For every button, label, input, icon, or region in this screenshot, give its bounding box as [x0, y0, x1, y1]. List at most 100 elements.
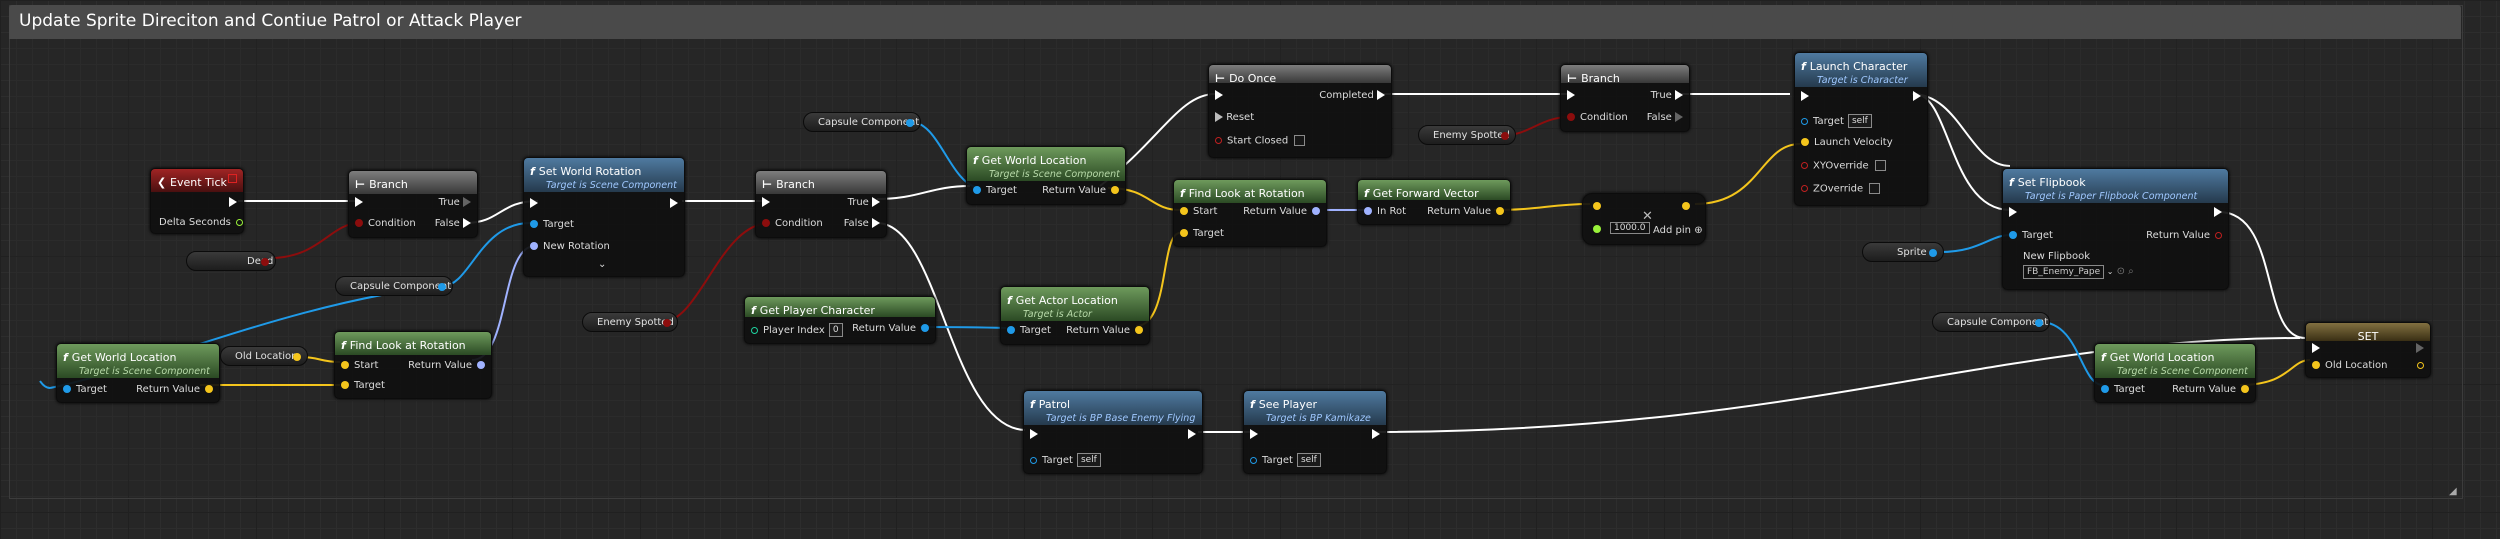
- get-world-location-target-pin[interactable]: Target: [63, 384, 107, 396]
- see-player-node[interactable]: f See Player Target is BP Kamikaze Target s…: [1243, 390, 1387, 474]
- see-player-exec-out[interactable]: [1372, 429, 1380, 441]
- set-world-rotation-target-pin[interactable]: Target: [530, 219, 574, 231]
- bool-pin-icon[interactable]: [1501, 132, 1509, 140]
- get-world-location-header[interactable]: f Get World Location Target is Scene Compo…: [57, 344, 219, 378]
- find-look-start-pin[interactable]: Start: [341, 360, 378, 372]
- object-pin-icon[interactable]: [438, 283, 446, 291]
- set-old-location-out-pin[interactable]: [2412, 360, 2424, 372]
- see-player-target-pin[interactable]: Target self: [1250, 453, 1321, 467]
- start-closed-checkbox[interactable]: [1294, 135, 1306, 146]
- capsule-component-variable-2[interactable]: Capsule Component: [803, 112, 921, 132]
- find-look-at-rotation-header[interactable]: f Find Look at Rotation: [1174, 180, 1326, 203]
- launch-velocity-pin[interactable]: Launch Velocity: [1801, 137, 1893, 149]
- flipbook-asset-dropdown[interactable]: FB_Enemy_Pape: [2023, 265, 2105, 279]
- find-look-at-rotation-node-1[interactable]: f Find Look at Rotation Start Return Valu…: [334, 331, 492, 399]
- set-node-header[interactable]: SET: [2306, 323, 2430, 343]
- object-pin-icon[interactable]: [1929, 249, 1937, 257]
- do-once-node[interactable]: ⊢ Do Once Completed Reset Start Closed: [1208, 64, 1392, 158]
- enemy-spotted-variable-2[interactable]: Enemy Spotted: [1418, 125, 1516, 145]
- bool-pin-icon[interactable]: [663, 319, 671, 327]
- find-look-at-rotation-node-2[interactable]: f Find Look at Rotation Start Return Valu…: [1173, 179, 1327, 247]
- set-old-location-node[interactable]: SET Old Location: [2305, 322, 2431, 378]
- event-tick-exec-out[interactable]: [229, 197, 237, 209]
- get-world-location-return-pin[interactable]: Return Value: [2172, 384, 2249, 396]
- launch-character-node[interactable]: f Launch Character Target is Character Tar…: [1794, 52, 1928, 206]
- player-index-pin[interactable]: Player Index 0: [751, 323, 843, 337]
- find-look-target-pin[interactable]: Target: [1180, 228, 1224, 240]
- branch-node-1[interactable]: ⊢ Branch True Condition False: [348, 170, 478, 238]
- get-world-location-target-pin[interactable]: Target: [2101, 384, 2145, 396]
- set-flipbook-exec-in[interactable]: [2009, 207, 2017, 219]
- get-world-location-header[interactable]: f Get World Location Target is Scene Compo…: [2095, 344, 2255, 378]
- set-world-rotation-node[interactable]: f Set World Rotation Target is Scene Compo…: [523, 157, 685, 277]
- branch-false-pin[interactable]: False: [435, 218, 471, 230]
- find-look-return-pin[interactable]: Return Value: [408, 360, 485, 372]
- get-actor-location-header[interactable]: f Get Actor Location Target is Actor: [1001, 287, 1149, 321]
- capsule-component-variable-1[interactable]: Capsule Component: [335, 276, 453, 296]
- set-world-rotation-exec-in[interactable]: [530, 198, 538, 210]
- browse-asset-icon[interactable]: ⌕: [2125, 266, 2134, 277]
- multiply-input-a-pin[interactable]: [1593, 202, 1601, 210]
- set-world-rotation-header[interactable]: f Set World Rotation Target is Scene Compo…: [524, 158, 684, 192]
- launch-character-header[interactable]: f Launch Character Target is Character: [1795, 53, 1927, 87]
- capsule-component-variable-3[interactable]: Capsule Component: [1932, 312, 2050, 332]
- set-flipbook-target-pin[interactable]: Target: [2009, 230, 2053, 242]
- sprite-variable[interactable]: Sprite: [1862, 242, 1944, 262]
- patrol-exec-out[interactable]: [1188, 429, 1196, 441]
- set-flipbook-node[interactable]: f Set Flipbook Target is Paper Flipbook Co…: [2002, 168, 2229, 290]
- vector-pin-icon[interactable]: [293, 353, 301, 361]
- add-pin-button[interactable]: Add pin ⊕: [1653, 225, 1703, 237]
- branch-false-pin[interactable]: False: [844, 218, 880, 230]
- branch-true-pin[interactable]: True: [1651, 90, 1683, 102]
- bool-pin-icon[interactable]: [261, 258, 269, 266]
- do-once-completed-pin[interactable]: Completed: [1319, 90, 1385, 102]
- set-flipbook-exec-out[interactable]: [2214, 207, 2222, 219]
- launch-exec-out[interactable]: [1913, 91, 1921, 103]
- patrol-node[interactable]: f Patrol Target is BP Base Enemy Flying Ta…: [1023, 390, 1203, 474]
- event-tick-node[interactable]: ❮ Event Tick Delta Seconds: [150, 168, 244, 234]
- set-exec-in[interactable]: [2312, 343, 2320, 355]
- delta-seconds-pin[interactable]: Delta Seconds: [159, 217, 243, 229]
- set-world-rotation-new-rotation-pin[interactable]: New Rotation: [530, 241, 610, 253]
- get-forward-vector-node[interactable]: f Get Forward Vector In Rot Return Value: [1357, 179, 1511, 225]
- multiply-node[interactable]: ✕ 1000.0 Add pin ⊕: [1582, 193, 1706, 245]
- see-player-exec-in[interactable]: [1250, 429, 1258, 441]
- delegate-pin-icon[interactable]: [228, 174, 237, 183]
- in-rot-pin[interactable]: In Rot: [1364, 206, 1406, 218]
- multiply-input-b-pin[interactable]: [1593, 225, 1601, 233]
- object-pin-icon[interactable]: [906, 119, 914, 127]
- patrol-target-pin[interactable]: Target self: [1030, 453, 1101, 467]
- patrol-exec-in[interactable]: [1030, 429, 1038, 441]
- branch-node-2[interactable]: ⊢ Branch True Condition False: [755, 170, 887, 238]
- launch-target-pin[interactable]: Target self: [1801, 114, 1872, 128]
- get-world-location-return-pin[interactable]: Return Value: [1042, 185, 1119, 197]
- new-flipbook-pin[interactable]: New Flipbook: [2023, 251, 2090, 263]
- enemy-spotted-variable-1[interactable]: Enemy Spotted: [582, 312, 678, 332]
- new-flipbook-select[interactable]: FB_Enemy_Pape ⌄ ⊙ ⌕: [2023, 265, 2134, 279]
- get-forward-return-pin[interactable]: Return Value: [1427, 206, 1504, 218]
- get-world-location-target-pin[interactable]: Target: [973, 185, 1017, 197]
- z-override-pin[interactable]: ZOverride: [1801, 183, 1881, 196]
- player-index-input[interactable]: 0: [828, 323, 843, 337]
- branch-header[interactable]: ⊢ Branch: [756, 171, 886, 194]
- branch-true-pin[interactable]: True: [439, 197, 471, 209]
- get-world-location-return-pin[interactable]: Return Value: [136, 384, 213, 396]
- branch-condition-pin[interactable]: Condition: [1567, 112, 1628, 124]
- branch-exec-in[interactable]: [762, 197, 770, 209]
- dead-variable[interactable]: Dead: [186, 251, 276, 271]
- branch-condition-pin[interactable]: Condition: [762, 218, 823, 230]
- xy-override-checkbox[interactable]: [1874, 160, 1886, 171]
- find-look-at-rotation-header[interactable]: f Find Look at Rotation: [335, 332, 491, 355]
- get-world-location-node-1[interactable]: f Get World Location Target is Scene Compo…: [56, 343, 220, 403]
- multiply-value-input[interactable]: 1000.0: [1610, 222, 1650, 234]
- get-actor-location-return-pin[interactable]: Return Value: [1066, 325, 1143, 337]
- get-player-character-header[interactable]: f Get Player Character: [745, 297, 935, 317]
- old-location-variable[interactable]: Old Location: [220, 346, 308, 366]
- get-world-location-node-2[interactable]: f Get World Location Target is Scene Compo…: [966, 146, 1126, 205]
- find-look-return-pin[interactable]: Return Value: [1243, 206, 1320, 218]
- get-player-return-pin[interactable]: Return Value: [852, 323, 929, 335]
- branch-header[interactable]: ⊢ Branch: [349, 171, 477, 194]
- do-once-reset-pin[interactable]: Reset: [1215, 112, 1254, 124]
- object-pin-icon[interactable]: [2035, 319, 2043, 327]
- multiply-output-pin[interactable]: [1682, 202, 1690, 210]
